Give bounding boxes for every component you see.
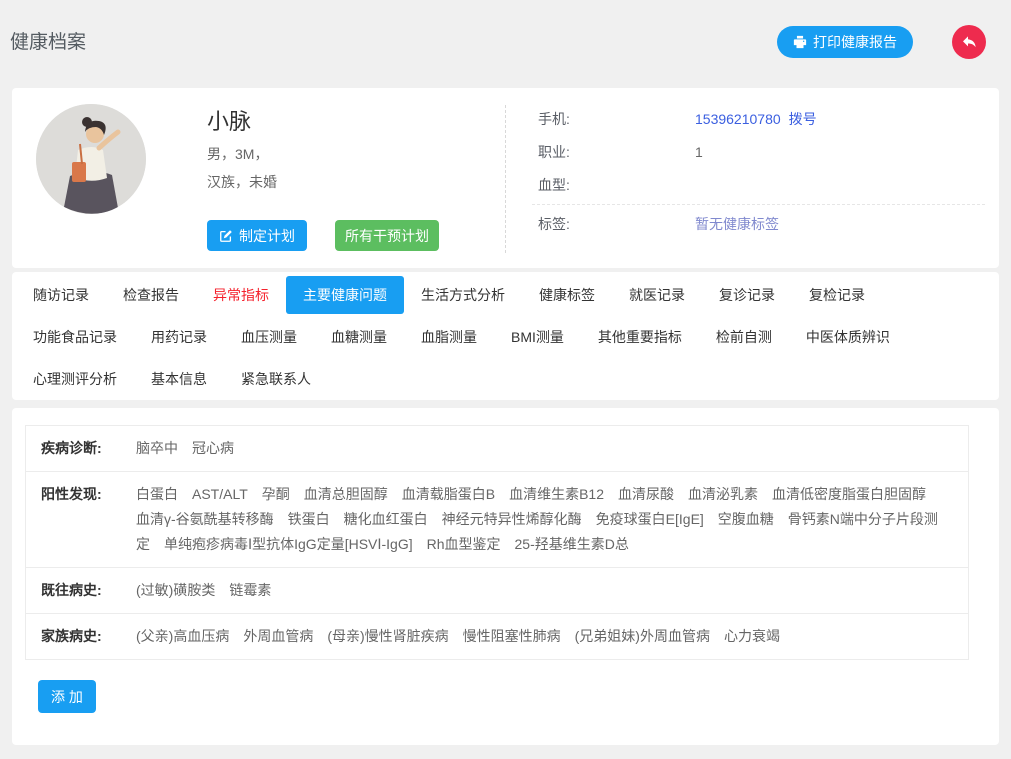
tab-basic-info[interactable]: 基本信息 xyxy=(134,360,224,398)
tab-bmi[interactable]: BMI测量 xyxy=(494,318,581,356)
tab-follow-up-records[interactable]: 随访记录 xyxy=(16,276,106,314)
reply-arrow-icon xyxy=(961,34,977,50)
blood-type-row: 血型: xyxy=(538,168,985,201)
diagnosis-label: 疾病诊断: xyxy=(41,436,136,461)
tab-health-tags[interactable]: 健康标签 xyxy=(522,276,612,314)
avatar[interactable] xyxy=(36,104,146,214)
all-plans-label: 所有干预计划 xyxy=(345,226,429,246)
past-history-values: (过敏)磺胺类 链霉素 xyxy=(136,578,953,603)
table-row-diagnosis: 疾病诊断: 脑卒中 冠心病 xyxy=(26,426,968,472)
tags-label: 标签: xyxy=(538,214,695,234)
tab-medical-visit-records[interactable]: 就医记录 xyxy=(612,276,702,314)
tab-blood-pressure[interactable]: 血压测量 xyxy=(224,318,314,356)
tab-recheck-records[interactable]: 复检记录 xyxy=(792,276,882,314)
print-health-report-button[interactable]: 打印健康报告 xyxy=(777,26,913,58)
tab-exam-reports[interactable]: 检查报告 xyxy=(106,276,196,314)
print-button-label: 打印健康报告 xyxy=(813,32,897,52)
main-health-issues-panel: 疾病诊断: 脑卒中 冠心病 阳性发现: 白蛋白 AST/ALT 孕酮 血清总胆固… xyxy=(12,408,999,745)
table-row-positive-findings: 阳性发现: 白蛋白 AST/ALT 孕酮 血清总胆固醇 血清载脂蛋白B 血清维生… xyxy=(26,472,968,568)
make-plan-label: 制定计划 xyxy=(239,226,295,246)
blood-type-label: 血型: xyxy=(538,175,695,195)
tab-row-1: 随访记录 检查报告 异常指标 主要健康问题 生活方式分析 健康标签 就医记录 复… xyxy=(16,274,999,316)
health-summary-table: 疾病诊断: 脑卒中 冠心病 阳性发现: 白蛋白 AST/ALT 孕酮 血清总胆固… xyxy=(25,425,969,660)
back-button[interactable] xyxy=(952,25,986,59)
phone-number[interactable]: 15396210780 xyxy=(695,111,781,127)
table-row-past-history: 既往病史: (过敏)磺胺类 链霉素 xyxy=(26,568,968,614)
vertical-dashed-divider xyxy=(505,105,506,253)
table-row-family-history: 家族病史: (父亲)高血压病 外周血管病 (母亲)慢性肾脏疾病 慢性阻塞性肺病 … xyxy=(26,614,968,659)
tab-psych-assessment[interactable]: 心理测评分析 xyxy=(16,360,134,398)
tab-row-3: 心理测评分析 基本信息 紧急联系人 xyxy=(16,358,999,400)
tab-tcm-constitution[interactable]: 中医体质辨识 xyxy=(789,318,907,356)
tab-emergency-contacts[interactable]: 紧急联系人 xyxy=(224,360,328,398)
patient-sex-age: 男，3M， xyxy=(207,144,268,164)
occupation-label: 职业: xyxy=(538,142,695,162)
tab-lifestyle-analysis[interactable]: 生活方式分析 xyxy=(404,276,522,314)
tab-blood-lipids[interactable]: 血脂测量 xyxy=(404,318,494,356)
horizontal-dashed-divider xyxy=(532,204,985,205)
all-intervention-plans-button[interactable]: 所有干预计划 xyxy=(335,220,439,251)
tab-other-key-indicators[interactable]: 其他重要指标 xyxy=(581,318,699,356)
tab-blood-glucose[interactable]: 血糖测量 xyxy=(314,318,404,356)
tab-return-visit-records[interactable]: 复诊记录 xyxy=(702,276,792,314)
tags-value: 暂无健康标签 xyxy=(695,214,779,234)
family-history-values: (父亲)高血压病 外周血管病 (母亲)慢性肾脏疾病 慢性阻塞性肺病 (兄弟姐妹)… xyxy=(136,624,953,649)
diagnosis-values: 脑卒中 冠心病 xyxy=(136,436,953,461)
page-title: 健康档案 xyxy=(10,27,86,54)
printer-icon xyxy=(793,35,807,49)
profile-info: 手机: 15396210780 拨号 职业: 1 血型: 标签: 暂无健康标签 xyxy=(538,102,985,240)
occupation-row: 职业: 1 xyxy=(538,135,985,168)
tab-row-2: 功能食品记录 用药记录 血压测量 血糖测量 血脂测量 BMI测量 其他重要指标 … xyxy=(16,316,999,358)
phone-label: 手机: xyxy=(538,109,695,129)
family-history-label: 家族病史: xyxy=(41,624,136,649)
occupation-value: 1 xyxy=(695,144,703,160)
add-button-label: 添 加 xyxy=(51,687,83,707)
tabs-card: 随访记录 检查报告 异常指标 主要健康问题 生活方式分析 健康标签 就医记录 复… xyxy=(12,272,999,400)
edit-icon xyxy=(219,229,233,243)
patient-ethnicity-marital: 汉族，未婚 xyxy=(207,172,277,192)
phone-row: 手机: 15396210780 拨号 xyxy=(538,102,985,135)
dial-link[interactable]: 拨号 xyxy=(789,109,817,129)
tags-row: 标签: 暂无健康标签 xyxy=(538,207,985,240)
past-history-label: 既往病史: xyxy=(41,578,136,603)
tab-pre-exam-self-test[interactable]: 检前自测 xyxy=(699,318,789,356)
avatar-illustration xyxy=(36,104,146,214)
make-plan-button[interactable]: 制定计划 xyxy=(207,220,307,251)
patient-name: 小脉 xyxy=(207,104,251,136)
positive-findings-label: 阳性发现: xyxy=(41,482,136,557)
add-button[interactable]: 添 加 xyxy=(38,680,96,713)
tab-medication-records[interactable]: 用药记录 xyxy=(134,318,224,356)
positive-findings-values: 白蛋白 AST/ALT 孕酮 血清总胆固醇 血清载脂蛋白B 血清维生素B12 血… xyxy=(136,482,953,557)
tab-abnormal-indicators[interactable]: 异常指标 xyxy=(196,276,286,314)
profile-card: 小脉 男，3M， 汉族，未婚 制定计划 所有干预计划 手机: 153962107… xyxy=(12,88,999,268)
tab-main-health-issues[interactable]: 主要健康问题 xyxy=(286,276,404,314)
tab-functional-food-records[interactable]: 功能食品记录 xyxy=(16,318,134,356)
